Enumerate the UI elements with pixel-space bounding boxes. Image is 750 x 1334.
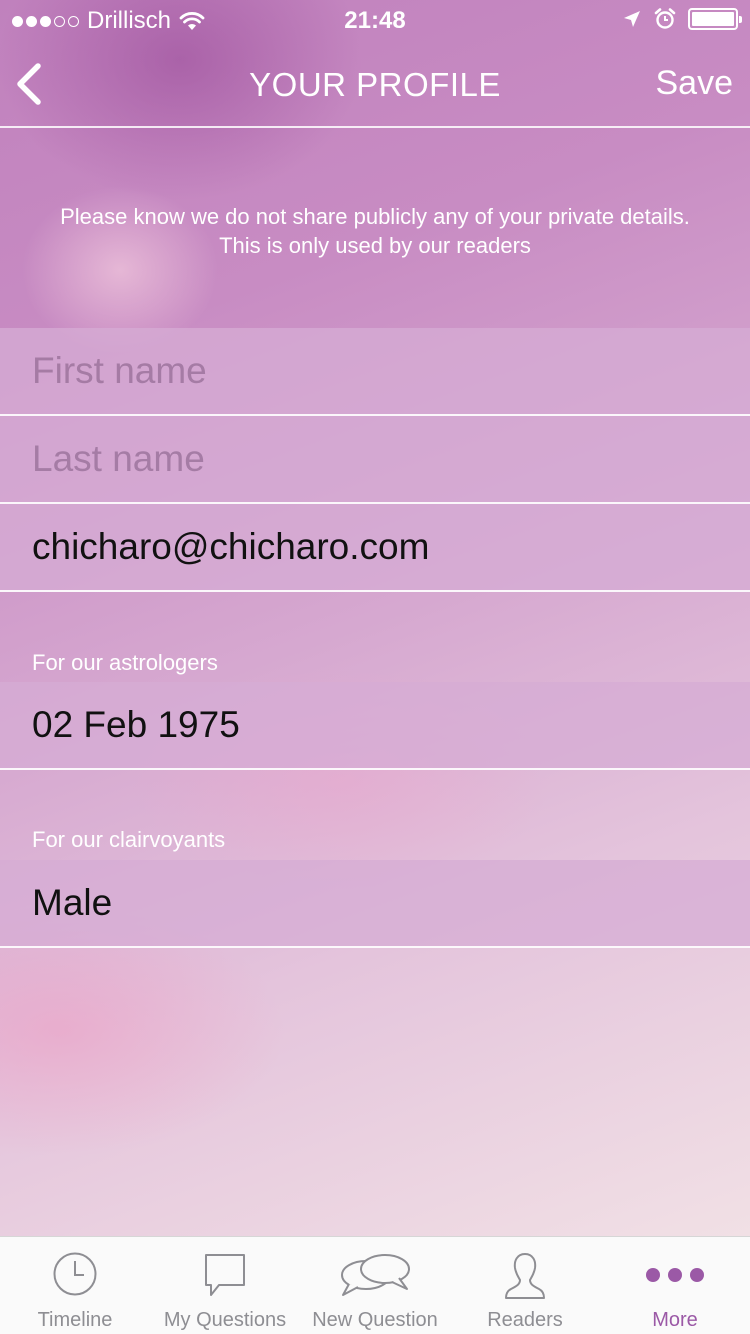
clairvoyants-section-label: For our clairvoyants <box>32 827 226 852</box>
gender-field[interactable]: Male <box>0 860 750 948</box>
page-title: YOUR PROFILE <box>249 66 501 103</box>
tab-readers[interactable]: Readers <box>450 1237 600 1334</box>
email-field[interactable]: chicharo@chicharo.com <box>0 504 750 592</box>
alarm-icon <box>654 8 676 29</box>
tab-label-more: More <box>652 1309 698 1331</box>
birth-date-field[interactable]: 02 Feb 1975 <box>0 682 750 770</box>
save-button[interactable]: Save <box>656 64 734 103</box>
privacy-note-line-1: Please know we do not share publicly any… <box>60 204 690 229</box>
clock-icon <box>53 1252 97 1296</box>
navigation-bar: YOUR PROFILE Save <box>0 40 750 128</box>
astrologers-section-label: For our astrologers <box>32 650 218 675</box>
person-icon <box>505 1253 545 1299</box>
status-bar: Drillisch 21:48 <box>0 0 750 40</box>
tab-bar: Timeline My Questions New Question Reade… <box>0 1236 750 1334</box>
tab-label-my-questions: My Questions <box>163 1309 287 1331</box>
tab-my-questions[interactable]: My Questions <box>150 1237 300 1334</box>
first-name-field[interactable]: First name <box>0 328 750 416</box>
privacy-note: Please know we do not share publicly any… <box>0 202 750 260</box>
tab-label-readers: Readers <box>487 1309 563 1331</box>
location-arrow-icon <box>624 11 640 27</box>
background <box>0 0 750 1236</box>
tab-more[interactable]: More <box>600 1237 750 1334</box>
chat-bubbles-icon <box>341 1254 410 1296</box>
tab-label-new-question: New Question <box>312 1309 438 1331</box>
more-dots-icon <box>646 1268 704 1282</box>
speech-bubble-icon <box>205 1254 245 1296</box>
tab-label-timeline: Timeline <box>37 1309 113 1331</box>
last-name-field[interactable]: Last name <box>0 416 750 504</box>
tab-timeline[interactable]: Timeline <box>0 1237 150 1334</box>
status-right <box>622 8 742 30</box>
tab-new-question[interactable]: New Question <box>300 1237 450 1334</box>
privacy-note-line-2: This is only used by our readers <box>219 233 531 258</box>
battery-icon <box>688 8 742 30</box>
